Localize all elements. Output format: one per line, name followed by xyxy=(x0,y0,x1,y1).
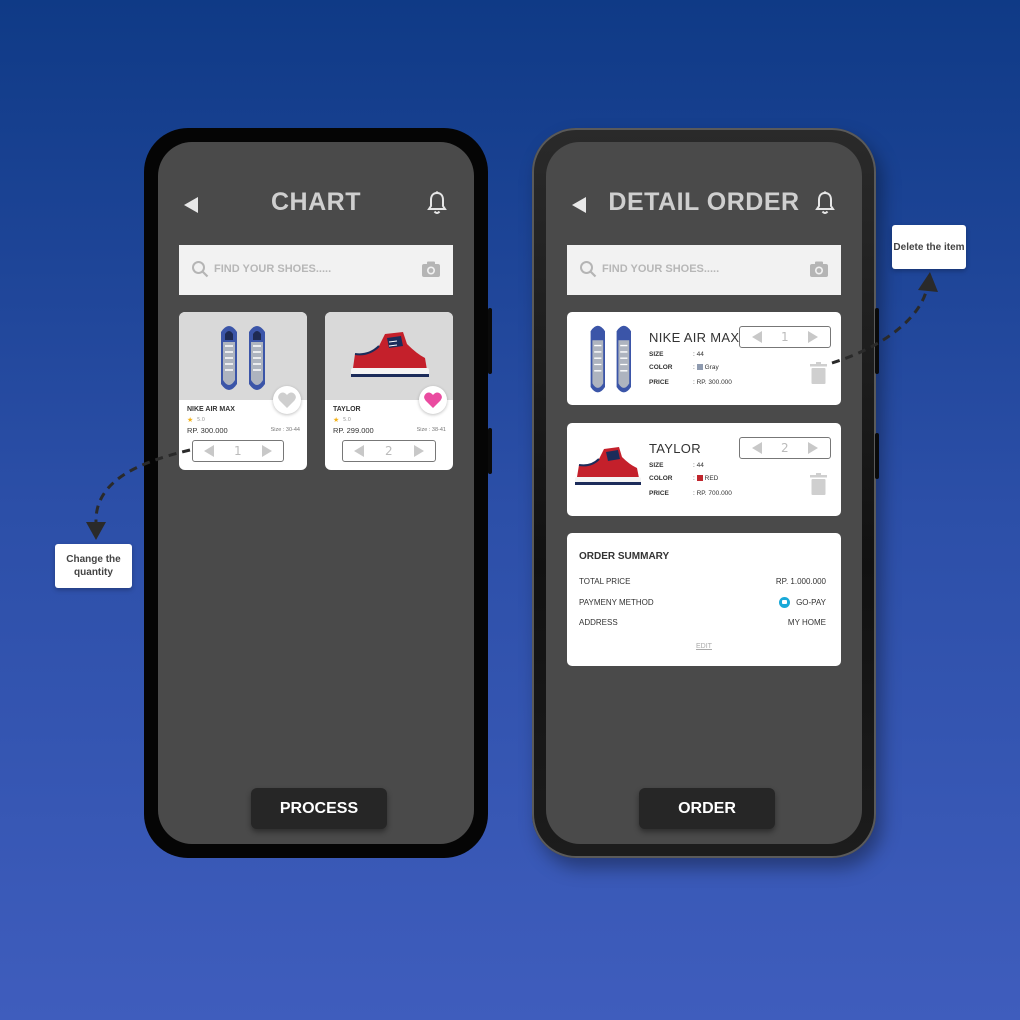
callout-change-quantity: Change the quantity xyxy=(55,544,132,588)
delete-arrow xyxy=(831,272,938,365)
annotation-arrows xyxy=(86,272,938,540)
callout-delete-item: Delete the item xyxy=(892,225,966,269)
quantity-arrow xyxy=(86,448,191,540)
